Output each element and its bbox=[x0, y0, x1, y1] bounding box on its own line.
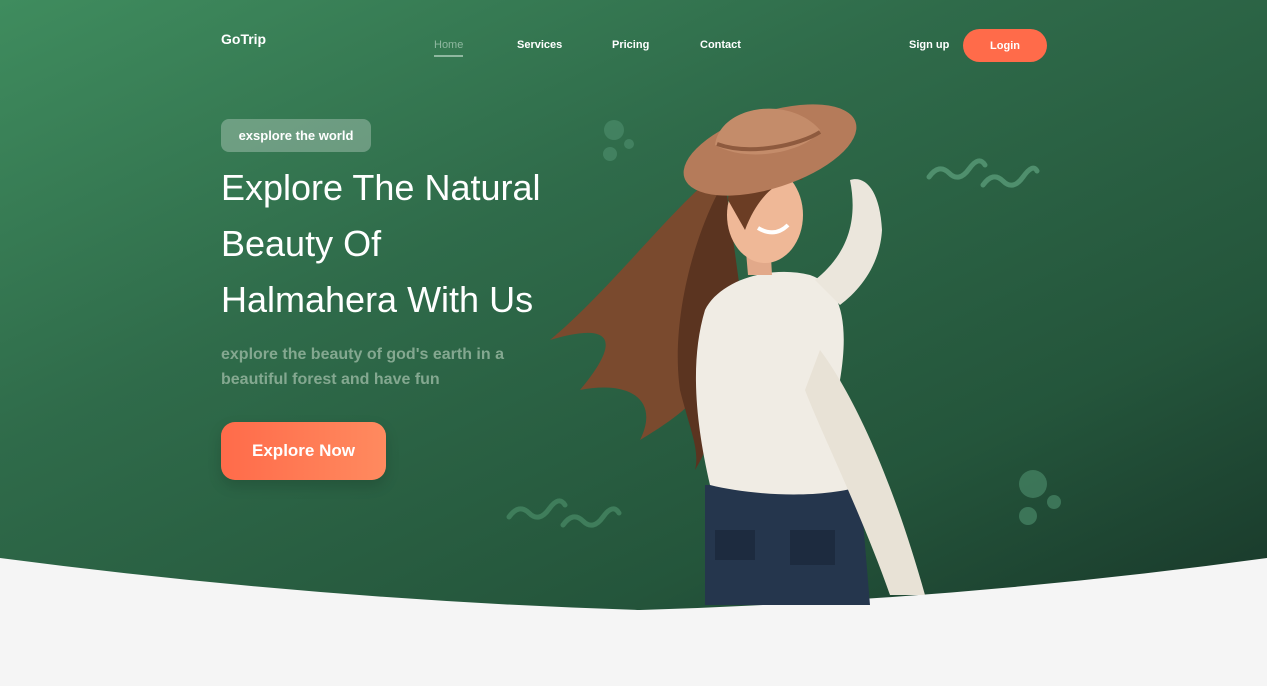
hero-headline-line-2: Beauty Of bbox=[221, 223, 382, 264]
nav-item-services[interactable]: Services bbox=[517, 39, 562, 51]
signup-link[interactable]: Sign up bbox=[909, 39, 949, 51]
hero-headline: Explore The Natural Beauty Of Halmahera … bbox=[221, 160, 601, 328]
hero-section: GoTrip Home Services Pricing Contact Sig… bbox=[0, 0, 1267, 686]
nav-item-home[interactable]: Home bbox=[434, 39, 464, 57]
hero-headline-line-1: Explore The Natural bbox=[221, 167, 541, 208]
nav-item-contact[interactable]: Contact bbox=[700, 39, 741, 51]
explore-now-button[interactable]: Explore Now bbox=[221, 422, 386, 480]
nav-active-indicator bbox=[434, 55, 464, 57]
nav-item-pricing[interactable]: Pricing bbox=[612, 39, 649, 51]
brand-logo[interactable]: GoTrip bbox=[221, 31, 266, 47]
hero-headline-line-3: Halmahera With Us bbox=[221, 279, 534, 320]
hero-badge: exsplore the world bbox=[221, 119, 371, 152]
nav-item-home-label: Home bbox=[434, 39, 464, 51]
hero-subtitle: explore the beauty of god's earth in a b… bbox=[221, 346, 504, 388]
login-button[interactable]: Login bbox=[963, 29, 1047, 62]
dots-decoration-right bbox=[1019, 470, 1061, 525]
squiggle-decoration-top bbox=[926, 158, 1040, 188]
